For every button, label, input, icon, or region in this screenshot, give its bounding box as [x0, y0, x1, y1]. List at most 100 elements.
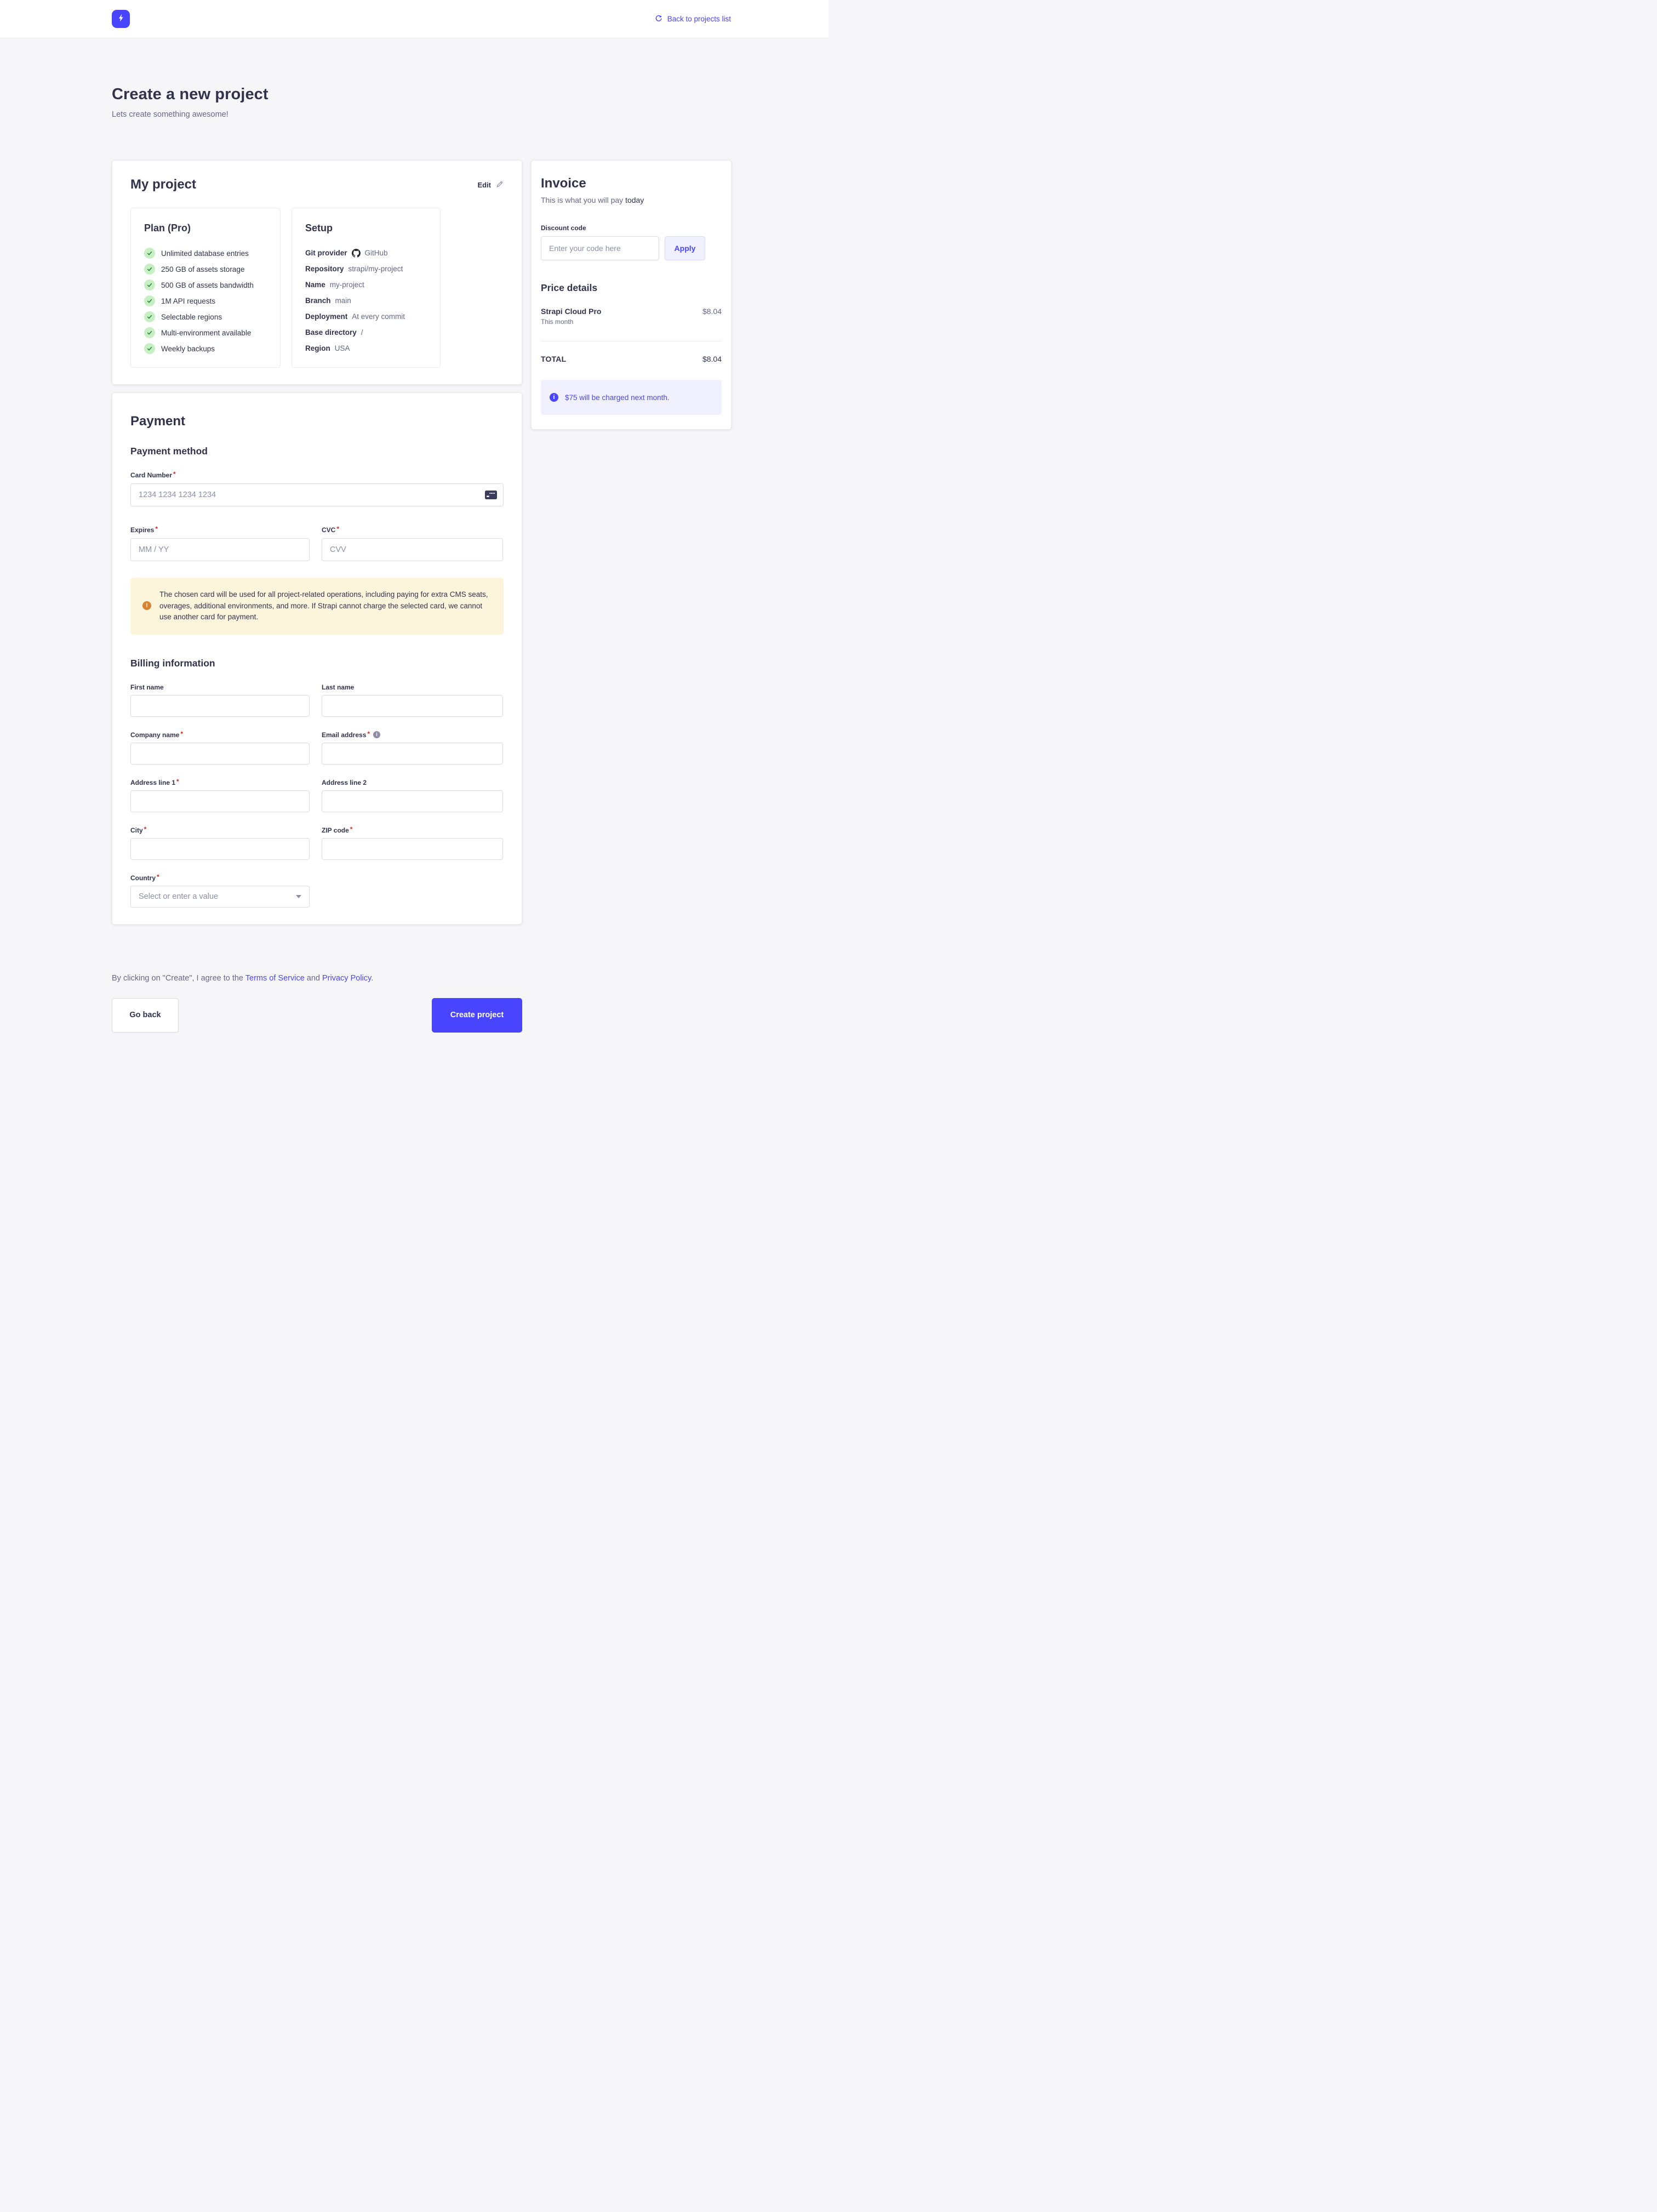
- price-details-title: Price details: [541, 282, 722, 294]
- total-amount: $8.04: [702, 355, 722, 363]
- price-item-name: Strapi Cloud Pro: [541, 307, 601, 316]
- next-month-charge-notice: i $75 will be charged next month.: [541, 380, 722, 415]
- required-marker: *: [180, 731, 183, 737]
- setup-row-value: USA: [335, 344, 350, 352]
- info-icon: i: [550, 393, 558, 402]
- pencil-icon: [496, 180, 504, 190]
- credit-card-icon: [485, 491, 497, 502]
- email-address-label: Email address * i: [322, 731, 503, 739]
- plan-feature-label: Multi-environment available: [161, 329, 251, 337]
- card-usage-warning: ! The chosen card will be used for all p…: [130, 578, 504, 635]
- price-line-item: Strapi Cloud Pro This month $8.04: [541, 307, 722, 326]
- check-icon: [144, 327, 155, 338]
- setup-row-label: Repository: [305, 265, 344, 273]
- page-subtitle: Lets create something awesome!: [112, 110, 732, 119]
- required-marker: *: [176, 779, 179, 784]
- required-marker: *: [157, 874, 159, 880]
- back-link-label: Back to projects list: [667, 15, 731, 23]
- terms-of-service-link[interactable]: Terms of Service: [245, 974, 305, 983]
- zip-code-input[interactable]: [322, 838, 503, 860]
- setup-row-value: strapi/my-project: [348, 265, 403, 273]
- first-name-input[interactable]: [130, 695, 310, 717]
- plan-feature-item: 250 GB of assets storage: [144, 264, 267, 275]
- total-row: TOTAL $8.04: [541, 355, 722, 363]
- edit-project-button[interactable]: Edit: [477, 180, 504, 190]
- email-info-icon[interactable]: i: [373, 731, 380, 738]
- setup-row-value: my-project: [330, 281, 364, 289]
- billing-information-title: Billing information: [130, 658, 504, 669]
- setup-row-value: GitHub: [365, 249, 388, 257]
- setup-row-deployment: Deployment At every commit: [305, 311, 427, 322]
- plan-feature-item: 500 GB of assets bandwidth: [144, 280, 267, 290]
- check-icon: [144, 295, 155, 306]
- expires-label: Expires *: [130, 526, 310, 534]
- plan-feature-list: Unlimited database entries 250 GB of ass…: [144, 248, 267, 354]
- setup-row-label: Deployment: [305, 312, 347, 321]
- country-select[interactable]: Select or enter a value: [130, 886, 310, 908]
- setup-summary-box: Setup Git provider GitHub Repository: [292, 208, 441, 368]
- strapi-cloud-logo[interactable]: [112, 10, 130, 28]
- zip-code-label: ZIP code *: [322, 826, 503, 834]
- create-project-button[interactable]: Create project: [432, 998, 522, 1033]
- payment-card: Payment Payment method Card Number *: [112, 392, 522, 925]
- address-line-2-label: Address line 2: [322, 779, 503, 786]
- discount-code-input[interactable]: [541, 236, 659, 260]
- address-line-2-input[interactable]: [322, 790, 503, 812]
- github-icon: [352, 249, 361, 258]
- email-address-input[interactable]: [322, 743, 503, 765]
- check-icon: [144, 343, 155, 354]
- card-number-label: Card Number *: [130, 471, 504, 479]
- top-bar: Back to projects list: [0, 0, 828, 38]
- setup-row-label: Base directory: [305, 328, 357, 337]
- apply-discount-button[interactable]: Apply: [665, 236, 705, 260]
- city-label: City *: [130, 826, 310, 834]
- country-label: Country *: [130, 874, 504, 882]
- invoice-subtitle: This is what you will pay today: [541, 196, 722, 204]
- plan-title: Plan (Pro): [144, 223, 267, 234]
- discount-code-label: Discount code: [541, 224, 722, 232]
- plan-feature-item: Selectable regions: [144, 311, 267, 322]
- setup-row-value: At every commit: [352, 312, 405, 321]
- plan-feature-label: 500 GB of assets bandwidth: [161, 281, 254, 289]
- cvc-label: CVC *: [322, 526, 503, 534]
- city-input[interactable]: [130, 838, 310, 860]
- setup-row-repository: Repository strapi/my-project: [305, 264, 427, 274]
- page-header: Create a new project Lets create somethi…: [112, 38, 732, 119]
- setup-row-value: main: [335, 297, 351, 305]
- required-marker: *: [367, 731, 370, 737]
- card-number-input[interactable]: [130, 483, 504, 506]
- lightning-icon: [116, 13, 126, 26]
- price-item-period: This month: [541, 318, 601, 326]
- setup-row-label: Region: [305, 344, 330, 352]
- setup-row-region: Region USA: [305, 343, 427, 354]
- company-name-input[interactable]: [130, 743, 310, 765]
- plan-feature-label: Weekly backups: [161, 345, 215, 353]
- address-line-1-input[interactable]: [130, 790, 310, 812]
- setup-row-branch: Branch main: [305, 295, 427, 306]
- warning-icon: !: [142, 601, 151, 610]
- payment-title: Payment: [130, 414, 504, 429]
- cvc-input[interactable]: [322, 538, 503, 561]
- first-name-label: First name: [130, 683, 310, 691]
- my-project-title: My project: [130, 177, 196, 192]
- invoice-card: Invoice This is what you will pay today …: [531, 160, 732, 430]
- terms-agreement-text: By clicking on "Create", I agree to the …: [112, 974, 522, 983]
- notice-text: $75 will be charged next month.: [565, 394, 670, 402]
- check-icon: [144, 280, 155, 290]
- last-name-input[interactable]: [322, 695, 503, 717]
- warning-text: The chosen card will be used for all pro…: [159, 589, 488, 623]
- plan-feature-label: 250 GB of assets storage: [161, 265, 244, 273]
- plan-feature-item: Weekly backups: [144, 343, 267, 354]
- last-name-label: Last name: [322, 683, 503, 691]
- setup-list: Git provider GitHub Repository strapi/my…: [305, 248, 427, 354]
- go-back-button[interactable]: Go back: [112, 998, 179, 1033]
- total-label: TOTAL: [541, 355, 566, 363]
- company-name-label: Company name *: [130, 731, 310, 739]
- privacy-policy-link[interactable]: Privacy Policy: [322, 974, 371, 983]
- check-icon: [144, 248, 155, 259]
- required-marker: *: [144, 826, 147, 832]
- expires-input[interactable]: [130, 538, 310, 561]
- country-select-placeholder: Select or enter a value: [139, 892, 218, 901]
- setup-row-label: Name: [305, 281, 325, 289]
- back-to-projects-link[interactable]: Back to projects list: [654, 14, 731, 24]
